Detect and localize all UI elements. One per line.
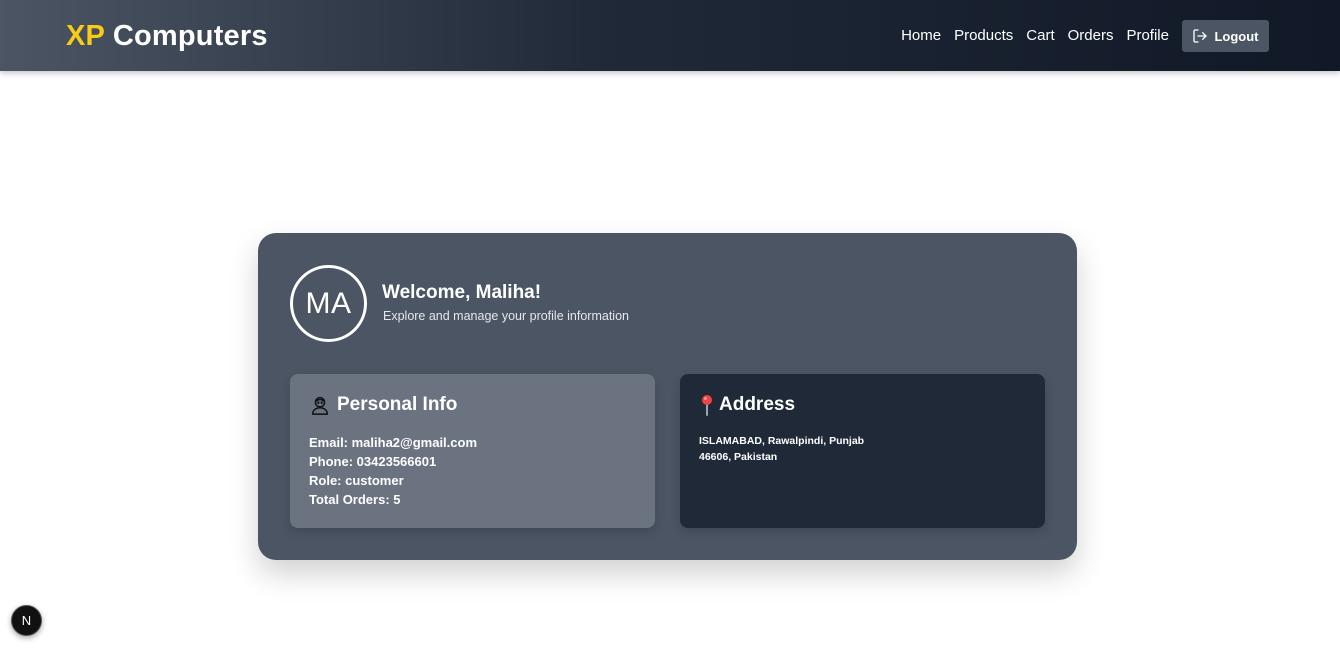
nav-home[interactable]: Home	[901, 20, 941, 52]
address-box: Address ISLAMABAD, Rawalpindi, Punjab 46…	[680, 374, 1045, 528]
dev-badge-letter: N	[21, 613, 32, 628]
email-text: Email: maliha2@gmail.com	[309, 435, 478, 450]
logout-label: Logout	[1214, 28, 1259, 44]
avatar-initials: MA	[305, 286, 352, 320]
personal-info-box: Personal Info Email: maliha2@gmail.com P…	[290, 374, 655, 528]
logout-button[interactable]: Logout	[1182, 20, 1269, 52]
personal-info-details: Email: maliha2@gmail.com Phone: 03423566…	[309, 433, 477, 509]
welcome-title: Welcome, Maliha!	[382, 282, 542, 303]
profile-card: MA Welcome, Maliha! Explore and manage y…	[258, 233, 1077, 560]
brand-logo[interactable]: XP Computers	[66, 18, 268, 54]
nav-orders[interactable]: Orders	[1068, 20, 1114, 52]
person-icon	[309, 394, 331, 416]
dev-tools-badge[interactable]: N	[11, 605, 42, 636]
nav-profile[interactable]: Profile	[1126, 20, 1169, 52]
address-details: ISLAMABAD, Rawalpindi, Punjab 46606, Pak…	[699, 433, 864, 465]
personal-info-heading: Personal Info	[309, 394, 457, 416]
brand-name: Computers	[112, 20, 268, 52]
nav-cart[interactable]: Cart	[1026, 20, 1054, 52]
address-heading: Address	[699, 394, 795, 416]
address-line-1: ISLAMABAD, Rawalpindi, Punjab	[699, 435, 865, 447]
avatar: MA	[290, 265, 367, 342]
top-navbar: XP Computers Home Products Cart Orders P…	[0, 0, 1340, 71]
total-orders-text: Total Orders: 5	[309, 492, 401, 507]
address-line-2: 46606, Pakistan	[699, 451, 778, 463]
address-title: Address	[719, 394, 796, 415]
phone-text: Phone: 03423566601	[309, 454, 437, 469]
main-nav: Home Products Cart Orders Profile Logout	[901, 20, 1269, 52]
logout-icon	[1192, 28, 1208, 44]
brand-prefix: XP	[66, 20, 105, 52]
nav-products[interactable]: Products	[954, 20, 1013, 52]
welcome-subtitle: Explore and manage your profile informat…	[383, 309, 629, 323]
role-text: Role: customer	[309, 473, 404, 488]
personal-info-title: Personal Info	[337, 394, 458, 415]
pin-icon	[699, 394, 715, 416]
